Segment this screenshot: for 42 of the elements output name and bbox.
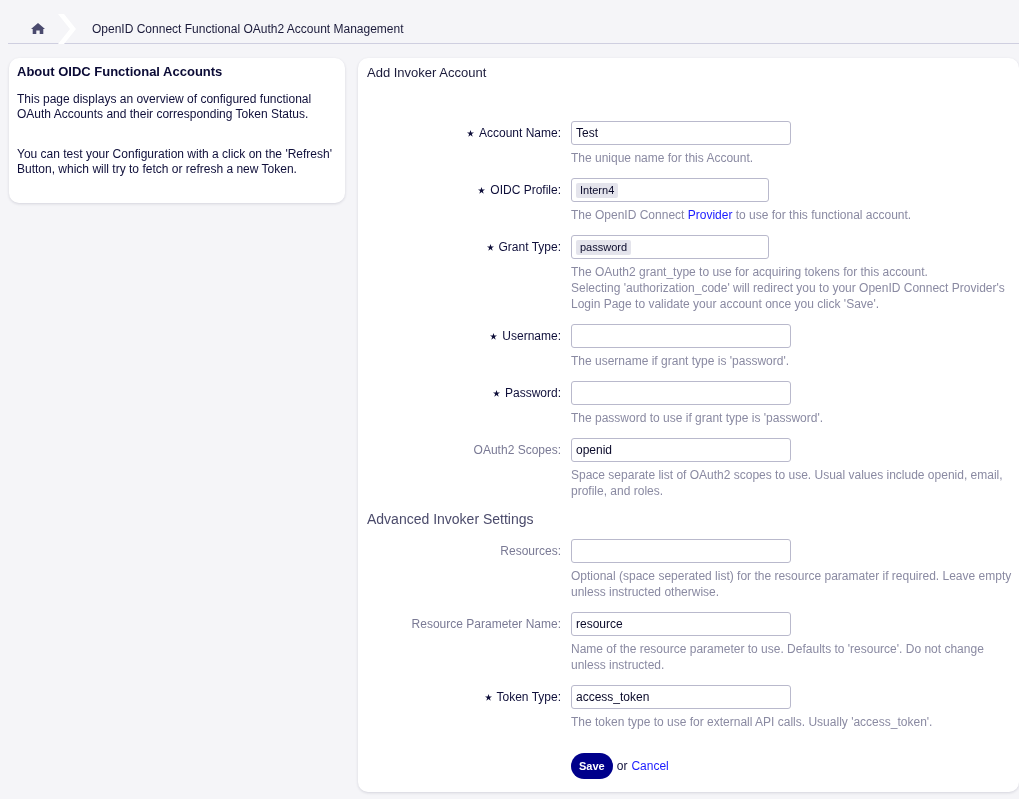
select-field[interactable]: Intern4 bbox=[571, 178, 769, 202]
hint-text: The password to use if grant type is 'password'. bbox=[571, 410, 825, 426]
field-label: Grant Type: bbox=[498, 240, 561, 254]
hint-text: The token type to use for externall API calls. Usually 'access_token'. bbox=[571, 714, 934, 730]
breadcrumb-title: OpenID Connect Functional OAuth2 Account Management bbox=[92, 21, 404, 36]
field-label: Username: bbox=[502, 329, 561, 343]
hint-text: The username if grant type is 'password'. bbox=[571, 353, 790, 369]
select-field[interactable]: password bbox=[571, 235, 769, 259]
hint-text: Selecting 'authorization_code' will redirect you to your OpenID Connect Provider's Login Page to validate your account once you click 'Save'. bbox=[571, 280, 1006, 312]
field-label: Token Type: bbox=[496, 690, 561, 704]
field-label: Account Name: bbox=[478, 126, 561, 140]
cancel-link[interactable]: Cancel bbox=[631, 759, 669, 773]
form-title: Add Invoker Account bbox=[367, 64, 488, 82]
selected-option-tag: Intern4 bbox=[576, 182, 619, 198]
input-field[interactable] bbox=[571, 539, 791, 563]
input-field[interactable]: Test bbox=[571, 121, 791, 145]
hint-text: The OpenID Connect Provider to use for this functional account. bbox=[571, 207, 913, 223]
hint-link[interactable]: Provider bbox=[687, 208, 733, 222]
hint-text: The OAuth2 grant_type to use for acquiring tokens for this account. bbox=[571, 264, 929, 280]
input-field[interactable] bbox=[571, 381, 791, 405]
field-label: Resources: bbox=[500, 544, 561, 558]
breadcrumb-separator-icon bbox=[58, 13, 76, 44]
input-field[interactable]: openid bbox=[571, 438, 791, 462]
hint-text: Space separate list of OAuth2 scopes to use. Usual values include openid, email, profile, and roles. bbox=[571, 467, 1004, 499]
input-field[interactable] bbox=[571, 324, 791, 348]
hint-text: Optional (space seperated list) for the resource paramater if required. Leave empty unless instructed otherwise. bbox=[571, 568, 1013, 600]
input-field[interactable]: access_token bbox=[571, 685, 791, 709]
info-paragraph: This page displays an overview of configured functional OAuth Accounts and their corresponding Token Status. bbox=[17, 92, 313, 122]
input-field[interactable]: resource bbox=[571, 612, 791, 636]
section-heading: Advanced Invoker Settings bbox=[367, 511, 535, 527]
card-title: About OIDC Functional Accounts bbox=[17, 64, 224, 80]
hint-text: The unique name for this Account. bbox=[571, 150, 755, 166]
field-label: OAuth2 Scopes: bbox=[473, 443, 561, 457]
field-label: Password: bbox=[504, 386, 561, 400]
info-paragraph: You can test your Configuration with a click on the 'Refresh' Button, which will try to fetch or refresh a new Token. bbox=[17, 147, 333, 177]
field-label: OIDC Profile: bbox=[490, 183, 561, 197]
or-text: or bbox=[616, 759, 628, 773]
hint-text: Name of the resource parameter to use. Defaults to 'resource'. Do not change unless instructed. bbox=[571, 641, 985, 673]
selected-option-tag: password bbox=[576, 239, 632, 255]
field-label: Resource Parameter Name: bbox=[411, 617, 561, 631]
save-button[interactable]: Save bbox=[571, 753, 613, 779]
home-icon[interactable] bbox=[31, 23, 45, 34]
